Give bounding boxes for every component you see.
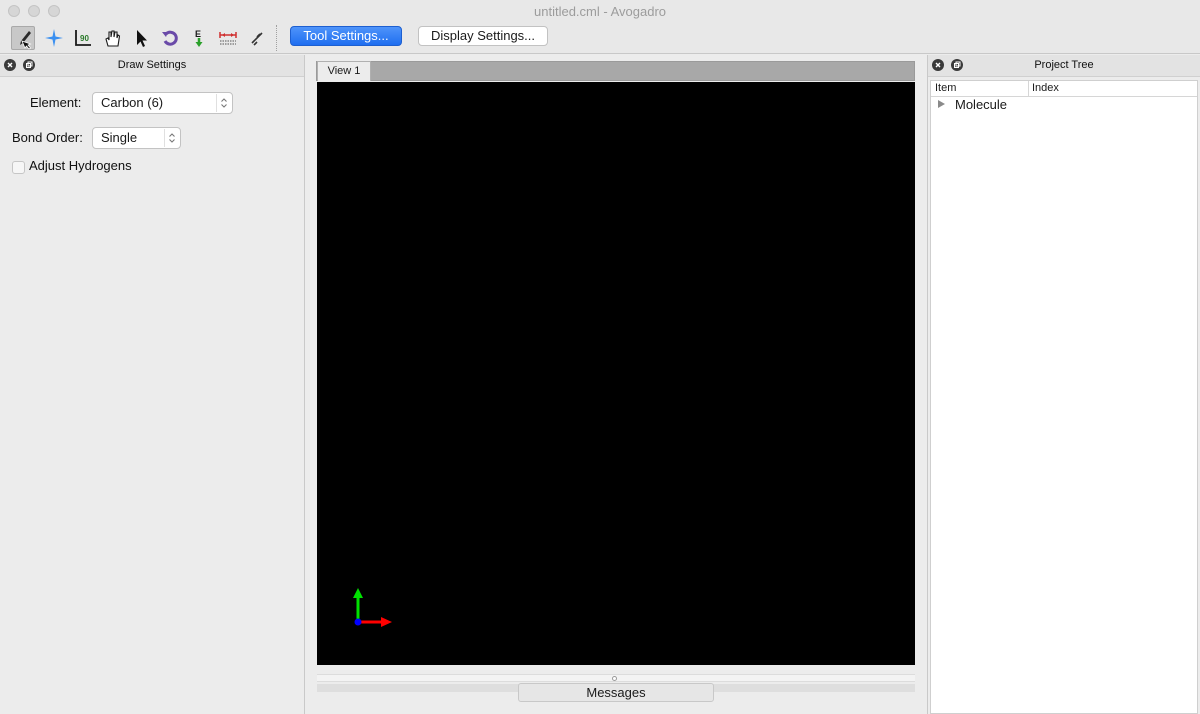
tree-item-molecule[interactable]: Molecule bbox=[955, 97, 1007, 112]
view-tab-bar bbox=[316, 61, 915, 81]
avogadro-window: untitled.cml - Avogadro 90 E Tool Settin… bbox=[0, 0, 1200, 714]
adjust-hydrogens-label: Adjust Hydrogens bbox=[29, 158, 132, 173]
right-splitter[interactable] bbox=[927, 55, 928, 714]
align-tool-button[interactable] bbox=[216, 26, 240, 50]
left-splitter[interactable] bbox=[304, 55, 305, 714]
tree-header bbox=[931, 81, 1197, 97]
axes-icon bbox=[353, 588, 392, 627]
align-tool-icon bbox=[219, 32, 237, 45]
combobox-arrows bbox=[216, 94, 231, 112]
title-bar: untitled.cml - Avogadro bbox=[0, 0, 1200, 22]
combobox-arrows bbox=[164, 129, 179, 147]
autooptimize-tool-icon: E bbox=[195, 29, 203, 47]
display-settings-button[interactable]: Display Settings... bbox=[418, 26, 548, 46]
project-tree-title: Project Tree bbox=[1034, 59, 1094, 71]
updown-chevron-icon bbox=[221, 98, 227, 108]
select-tool-button[interactable] bbox=[129, 26, 153, 50]
svg-text:E: E bbox=[195, 29, 201, 39]
element-label: Element: bbox=[30, 95, 82, 110]
draw-tool-icon bbox=[20, 31, 32, 50]
draw-settings-dock-header: Draw Settings bbox=[0, 55, 304, 77]
main-toolbar: 90 E Tool Settings... Display Settings..… bbox=[0, 22, 1200, 54]
select-tool-icon bbox=[137, 30, 147, 47]
autorotate-tool-button[interactable] bbox=[158, 26, 182, 50]
element-combobox[interactable]: Carbon (6) bbox=[92, 92, 233, 114]
bond-order-value: Single bbox=[101, 130, 138, 145]
molecule-3d-viewport[interactable] bbox=[317, 82, 915, 665]
measure-tool-button[interactable]: 90 bbox=[71, 26, 95, 50]
bond-centric-tool-icon bbox=[251, 32, 263, 46]
adjust-hydrogens-checkbox[interactable] bbox=[12, 161, 25, 174]
tool-settings-button[interactable]: Tool Settings... bbox=[290, 26, 402, 46]
messages-tab[interactable]: Messages bbox=[518, 683, 714, 702]
updown-chevron-icon bbox=[169, 133, 175, 143]
bond-order-combobox[interactable]: Single bbox=[92, 127, 181, 149]
element-value: Carbon (6) bbox=[101, 95, 164, 110]
project-tree-view[interactable] bbox=[930, 80, 1198, 714]
splitter-handle-icon[interactable] bbox=[612, 676, 617, 681]
navigate-tool-icon bbox=[45, 29, 63, 47]
tab-view-1[interactable]: View 1 bbox=[317, 61, 371, 81]
measure-tool-icon: 90 bbox=[75, 30, 91, 46]
manipulate-tool-icon bbox=[105, 30, 121, 47]
tree-column-item[interactable]: Item bbox=[935, 82, 956, 94]
expand-arrow-icon[interactable] bbox=[937, 99, 946, 109]
draw-tool-button[interactable] bbox=[11, 26, 35, 50]
manipulate-tool-button[interactable] bbox=[100, 26, 124, 50]
project-tree-dock-header: Project Tree bbox=[928, 55, 1200, 77]
draw-settings-title: Draw Settings bbox=[117, 59, 187, 71]
autorotate-tool-icon bbox=[162, 30, 178, 46]
column-divider bbox=[1028, 81, 1029, 97]
toolbar-separator bbox=[276, 25, 278, 51]
tree-column-index[interactable]: Index bbox=[1032, 82, 1059, 94]
navigate-tool-button[interactable] bbox=[42, 26, 66, 50]
svg-text:90: 90 bbox=[80, 34, 89, 43]
bond-centric-tool-button[interactable] bbox=[245, 26, 269, 50]
bond-order-label: Bond Order: bbox=[12, 130, 83, 145]
window-title: untitled.cml - Avogadro bbox=[534, 4, 666, 19]
autooptimize-tool-button[interactable]: E bbox=[187, 26, 211, 50]
